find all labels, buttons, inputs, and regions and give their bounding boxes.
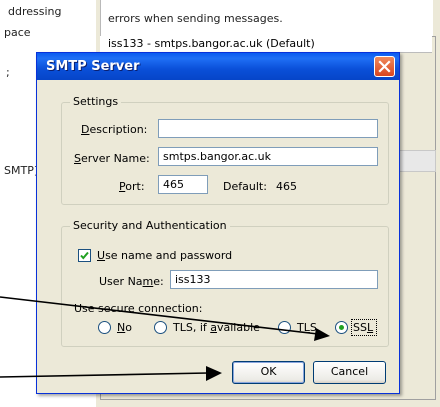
- annotation-arrows: [0, 296, 330, 381]
- arrowhead-icon: [206, 366, 222, 381]
- arrowhead-icon: [314, 328, 330, 341]
- annotation-arrow-to-ssl: [0, 296, 319, 335]
- annotation-arrow-to-ok: [0, 372, 209, 378]
